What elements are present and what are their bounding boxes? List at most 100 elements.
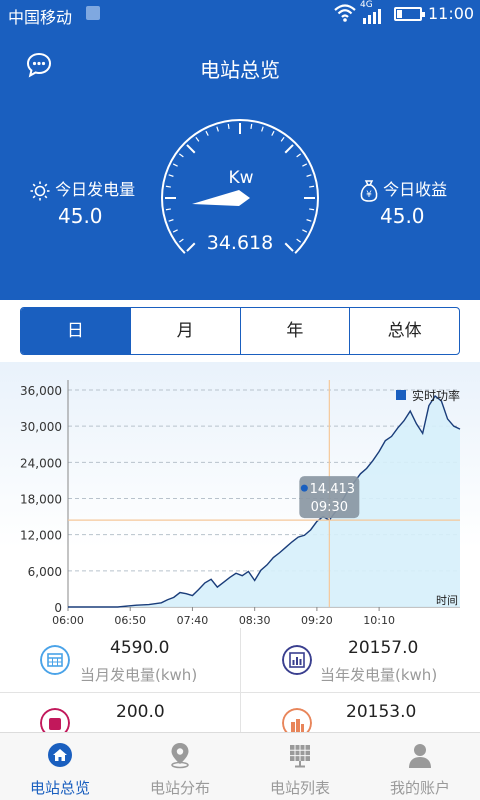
gauge-tick: [271, 130, 275, 136]
stat-value: 20157.0: [348, 638, 419, 658]
gauge-tick: [302, 163, 308, 167]
svg-text:¥: ¥: [366, 190, 372, 200]
gauge-tick: [296, 153, 302, 158]
notification-icon: [86, 6, 100, 20]
gauge-tick: [168, 219, 174, 222]
y-tick-label: 18,000: [20, 493, 62, 507]
gauge-unit: Kw: [228, 168, 254, 188]
today-income: ¥ 今日收益: [360, 176, 447, 202]
gauge-tick: [306, 174, 312, 177]
gauge-tick: [296, 238, 302, 243]
gauge-tick: [250, 123, 253, 129]
stat-value: 4590.0: [110, 638, 170, 658]
gauge-tick: [309, 208, 315, 211]
home-icon: [48, 743, 72, 767]
tab-month[interactable]: 月: [129, 308, 240, 354]
gauge-tick: [168, 174, 174, 177]
nav-label: 电站总览: [29, 779, 90, 797]
tooltip-marker: [300, 484, 308, 492]
gauge-tick: [165, 185, 171, 188]
gauge-tick: [195, 136, 200, 142]
carrier-name: 中国移动: [8, 8, 73, 27]
stats-panel: 4590.0 当月发电量(kwh) 20157.0 当年发电量(kwh) 200…: [0, 628, 480, 738]
signal-icon: [363, 9, 381, 24]
sun-icon: [30, 181, 50, 200]
gauge-tick: [165, 208, 171, 211]
user-icon: [409, 744, 431, 768]
x-tick-label: 10:10: [363, 614, 395, 627]
gauge-tick: [227, 123, 230, 129]
y-tick-label: 30,000: [20, 420, 62, 434]
x-tick-label: 06:00: [52, 614, 84, 627]
nav-overview[interactable]: 电站总览: [0, 733, 120, 800]
gauge-tick: [216, 126, 219, 132]
gauge-needle: [192, 190, 250, 206]
gauge-tick: [205, 130, 209, 136]
gauge-tick: [172, 163, 178, 167]
today-generation-label: 今日发电量: [55, 180, 136, 199]
today-generation-value: 45.0: [58, 204, 103, 228]
gauge-tick: [284, 144, 294, 154]
power-chart[interactable]: 0 6,000 12,000 18,000 24,000 30,000 36,000 06:0…: [0, 362, 480, 627]
gauge-tick: [186, 144, 196, 154]
status-bar: 中国移动 4G 11:00: [0, 0, 480, 28]
tooltip-value: 14.413: [310, 482, 356, 497]
bottom-nav: 电站总览 电站分布 电站列表 我的账户: [0, 732, 480, 800]
page-title: 电站总览: [200, 58, 280, 82]
solar-panel-icon: [290, 745, 310, 768]
nav-label: 电站列表: [269, 779, 330, 797]
stat-year-generation: 20157.0 当年发电量(kwh): [240, 628, 480, 692]
x-tick-label: 06:50: [114, 614, 146, 627]
nav-label: 电站分布: [149, 779, 210, 797]
tooltip-time: 09:30: [311, 500, 348, 515]
stat-income-month: 200.0: [0, 692, 240, 738]
legend-swatch: [396, 390, 406, 400]
gauge-tick: [261, 126, 264, 132]
y-tick-label: 24,000: [20, 456, 62, 470]
clock: 11:00: [428, 4, 475, 23]
y-tick-label: 12,000: [20, 529, 62, 543]
calendar-icon: [40, 645, 70, 675]
stat-value: 20153.0: [346, 702, 417, 722]
gauge-tick: [178, 238, 184, 243]
gauge-tick: [172, 229, 178, 233]
battery-icon: [394, 7, 425, 21]
stat-month-generation: 4590.0 当月发电量(kwh): [0, 628, 240, 692]
tab-day[interactable]: 日: [21, 308, 130, 354]
nav-account[interactable]: 我的账户: [360, 733, 480, 800]
series-area: [68, 396, 460, 607]
y-tick-label: 36,000: [20, 384, 62, 398]
stat-label: 当月发电量(kwh): [80, 666, 198, 684]
x-tick-label: 09:20: [301, 614, 333, 627]
x-axis-label: 时间: [436, 594, 458, 607]
today-generation: 今日发电量: [30, 176, 135, 201]
y-tick-label: 6,000: [28, 565, 62, 579]
power-gauge: [161, 119, 319, 254]
nav-station-list[interactable]: 电站列表: [240, 733, 360, 800]
y-tick-label: 0: [54, 601, 62, 615]
power-chart-svg: 0 6,000 12,000 18,000 24,000 30,000 36,000 06:0…: [20, 380, 461, 627]
gauge-tick: [178, 153, 184, 158]
tab-total[interactable]: 总体: [349, 308, 459, 354]
nav-distribution[interactable]: 电站分布: [120, 733, 240, 800]
location-pin-icon: [171, 743, 189, 769]
gauge-tick: [309, 185, 315, 188]
gauge-tick: [302, 229, 308, 233]
today-income-value: 45.0: [380, 204, 425, 228]
bar-chart-icon: [282, 645, 312, 675]
legend-label: 实时功率: [412, 388, 460, 403]
tab-year[interactable]: 年: [239, 308, 350, 354]
overview-header: 电站总览 Kw 34.618 今日发电量 45.0 ¥ 今日收益 45.0: [0, 28, 480, 300]
stat-value: 200.0: [116, 702, 165, 722]
today-income-label: 今日收益: [383, 180, 448, 199]
gauge-tick: [306, 219, 312, 222]
nav-label: 我的账户: [389, 779, 450, 797]
gauge-value: 34.618: [206, 232, 274, 254]
period-tabs: 日 月 年 总体: [20, 307, 460, 355]
x-tick-label: 07:40: [177, 614, 209, 627]
wifi-icon: [334, 4, 356, 22]
stat-income-year: 20153.0: [240, 692, 480, 738]
stat-label: 当年发电量(kwh): [320, 666, 438, 684]
x-tick-label: 08:30: [239, 614, 271, 627]
money-bag-icon: ¥: [360, 179, 378, 202]
